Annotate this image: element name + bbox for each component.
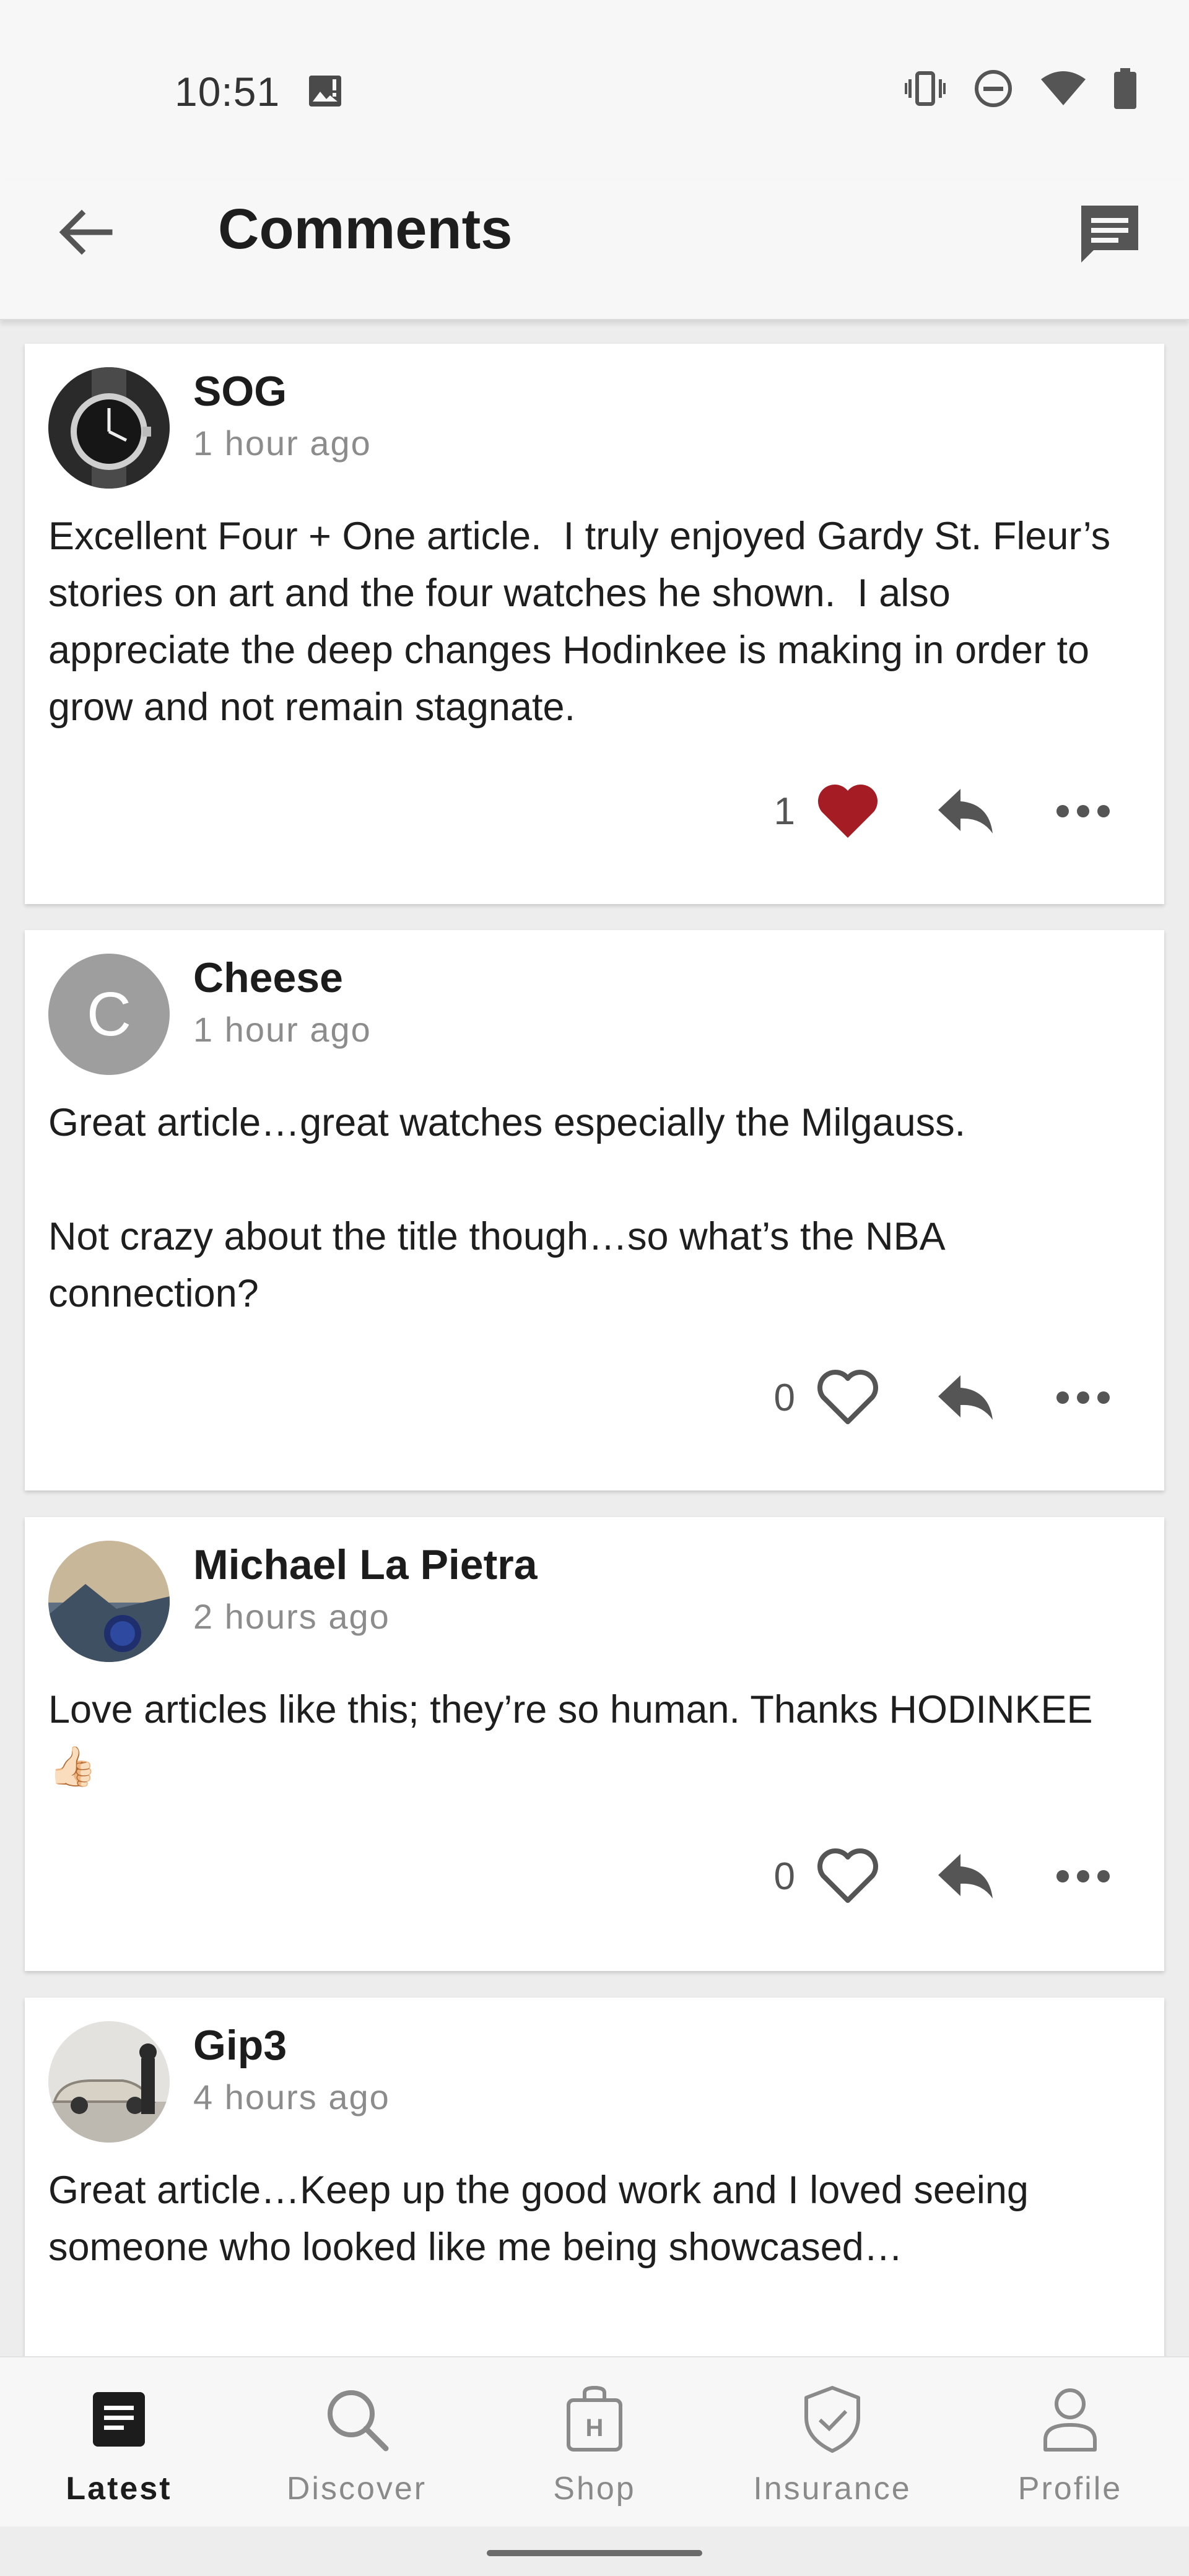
photo-avatar-image xyxy=(48,1541,170,1662)
heart-outline-icon xyxy=(817,1848,878,1903)
wifi-icon xyxy=(1041,71,1086,105)
svg-text:H: H xyxy=(586,2414,604,2442)
nav-latest[interactable]: Latest xyxy=(0,2382,238,2512)
newspaper-icon xyxy=(93,2392,145,2447)
car-avatar-image xyxy=(48,2021,170,2143)
nav-insurance[interactable]: Insurance xyxy=(713,2382,951,2512)
status-time: 10:51 xyxy=(175,69,281,115)
comment-time: 1 hour ago xyxy=(193,1010,372,1049)
status-bar: 10:51 xyxy=(0,0,1189,180)
page-title: Comments xyxy=(218,198,513,261)
app-bar xyxy=(0,180,1189,320)
comment-author[interactable]: Michael La Pietra xyxy=(193,1541,538,1589)
comment-text: Love articles like this; they’re so huma… xyxy=(48,1688,1104,1788)
more-options-button[interactable] xyxy=(1049,1842,1117,1910)
like-count: 0 xyxy=(773,1855,795,1898)
status-icons xyxy=(905,68,1136,109)
more-options-button[interactable] xyxy=(1049,1364,1117,1432)
nav-shop[interactable]: H Shop xyxy=(476,2382,713,2512)
add-comment-button[interactable] xyxy=(1073,197,1147,271)
like-count: 0 xyxy=(773,1376,795,1419)
comment-card: Gip3 4 hours ago Great article…Keep up t… xyxy=(25,1998,1164,2394)
comment-text: Great article…great watches especially t… xyxy=(48,1101,966,1315)
shield-check-icon xyxy=(804,2386,860,2453)
like-button[interactable] xyxy=(814,777,882,845)
nav-label: Latest xyxy=(66,2471,172,2507)
bottom-navigation: Latest Discover H Shop Insurance Profile xyxy=(0,2356,1189,2528)
home-gesture-handle[interactable] xyxy=(487,2550,702,2556)
comment-actions: 0 xyxy=(774,1842,1117,1910)
avatar-initial: C xyxy=(86,979,132,1049)
comment-author[interactable]: SOG xyxy=(193,367,287,416)
comment-text: Great article…Keep up the good work and … xyxy=(48,2169,1040,2269)
more-horizontal-icon xyxy=(1056,805,1110,817)
arrow-back-icon xyxy=(59,209,113,255)
nav-discover[interactable]: Discover xyxy=(238,2382,476,2512)
image-notification-icon xyxy=(309,76,341,107)
heart-filled-icon xyxy=(817,784,878,838)
do-not-disturb-icon xyxy=(975,70,1012,107)
like-button[interactable] xyxy=(814,1364,882,1432)
avatar[interactable]: C xyxy=(48,954,170,1075)
comment-actions: 1 xyxy=(774,777,1117,845)
nav-label: Profile xyxy=(1017,2471,1123,2507)
comment-icon xyxy=(1081,206,1138,263)
comment-author[interactable]: Cheese xyxy=(193,954,343,1002)
like-button[interactable] xyxy=(814,1842,882,1910)
reply-button[interactable] xyxy=(931,777,1000,845)
comment-actions: 0 xyxy=(774,1364,1117,1432)
comment-time: 1 hour ago xyxy=(193,424,372,463)
shopping-bag-icon: H xyxy=(567,2385,622,2452)
avatar[interactable] xyxy=(48,367,170,489)
search-icon xyxy=(328,2390,389,2452)
comment-card: SOG 1 hour ago Excellent Four + One arti… xyxy=(25,344,1164,904)
comment-card: C Cheese 1 hour ago Great article…great … xyxy=(25,930,1164,1490)
nav-label: Shop xyxy=(553,2471,636,2507)
nav-label: Discover xyxy=(286,2471,427,2507)
comment-text: Excellent Four + One article. I truly en… xyxy=(48,515,1121,729)
watch-avatar-image xyxy=(48,367,170,489)
more-horizontal-icon xyxy=(1056,1391,1110,1404)
comment-time: 2 hours ago xyxy=(193,1597,390,1636)
battery-icon xyxy=(1114,68,1136,109)
vibrate-icon xyxy=(905,71,946,106)
heart-outline-icon xyxy=(817,1370,878,1424)
more-horizontal-icon xyxy=(1056,1870,1110,1882)
avatar[interactable] xyxy=(48,1541,170,1662)
comment-time: 4 hours ago xyxy=(193,2078,390,2117)
reply-icon xyxy=(938,1854,993,1899)
nav-label: Insurance xyxy=(753,2471,912,2507)
nav-profile[interactable]: Profile xyxy=(951,2382,1189,2512)
reply-button[interactable] xyxy=(931,1842,1000,1910)
comment-card: Michael La Pietra 2 hours ago Love artic… xyxy=(25,1517,1164,1971)
comment-author[interactable]: Gip3 xyxy=(193,2021,287,2069)
more-options-button[interactable] xyxy=(1049,777,1117,845)
back-button[interactable] xyxy=(51,198,119,266)
reply-button[interactable] xyxy=(931,1364,1000,1432)
like-count: 1 xyxy=(773,790,795,833)
avatar[interactable] xyxy=(48,2021,170,2143)
reply-icon xyxy=(938,1375,993,1420)
person-icon xyxy=(1043,2388,1097,2452)
reply-icon xyxy=(938,789,993,833)
